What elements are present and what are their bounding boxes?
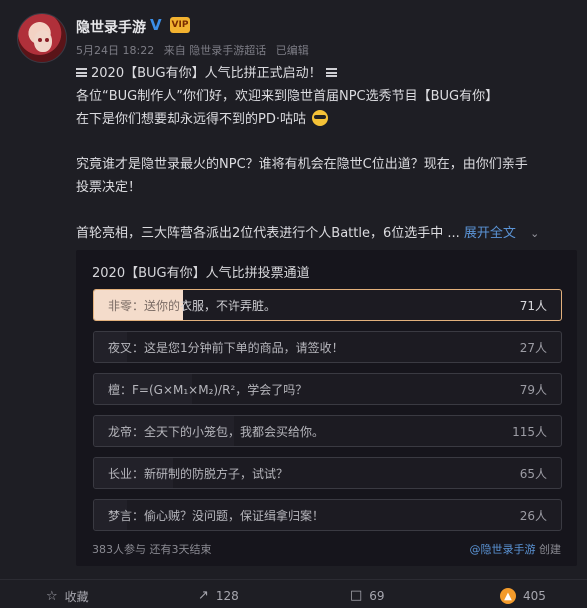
poll-option-label: 梦言：偷心贼？没问题，保证缉拿归案！ <box>108 509 325 523</box>
comment-icon: □ <box>350 588 363 603</box>
poll-creator: @隐世录手游 创建 <box>470 541 562 557</box>
poll-option-label: 檀：F=(G×M₁×M₂)/R²，学会了吗？ <box>108 383 308 397</box>
comment-count: 69 <box>369 588 385 603</box>
post-headline: 2020【BUG有你】人气比拼正式启动！ <box>91 66 322 81</box>
post-line: 究竟谁才是隐世录最火的NPC？谁将有机会在隐世C位出道？现在，由你们亲手 <box>76 157 528 172</box>
edited-tag[interactable]: 已编辑 <box>276 44 309 57</box>
like-button[interactable]: ▲ 405 <box>500 588 546 604</box>
expand-full-text-link[interactable]: 展开全文 <box>464 226 516 241</box>
poll-created-label: 创建 <box>539 543 561 556</box>
post-meta: 5月24日 18:22 来自 隐世录手游超话 已编辑 <box>76 42 315 58</box>
poll-option-count: 71人 <box>519 299 547 313</box>
poll-option[interactable]: 长业：新研制的防脱方子，试试？ 65人 <box>93 457 562 489</box>
post-line-text: 在下是你们想要却永远得不到的PD·咕咕 <box>76 112 306 127</box>
action-bar: ☆ 收藏 ↗ 128 □ 69 ▲ 405 <box>0 579 587 608</box>
poll-option[interactable]: 夜叉：这是您1分钟前下单的商品，请签收！ 27人 <box>93 331 562 363</box>
bars-icon <box>76 68 87 77</box>
bars-icon <box>325 68 337 77</box>
avatar-face <box>34 30 52 52</box>
poll-option-label: 长业：新研制的防脱方子，试试？ <box>108 467 289 481</box>
thumbs-up-icon: ▲ <box>500 588 516 604</box>
like-count: 405 <box>523 589 546 603</box>
verified-icon: V <box>150 16 162 34</box>
poll-option[interactable]: 梦言：偷心贼？没问题，保证缉拿归案！ 26人 <box>93 499 562 531</box>
poll-option-label: 夜叉：这是您1分钟前下单的商品，请签收！ <box>108 341 344 355</box>
favorite-button[interactable]: ☆ 收藏 <box>46 588 89 605</box>
chevron-down-icon[interactable]: ⌄ <box>530 227 539 240</box>
cool-emoji-icon <box>312 110 329 126</box>
poll-option-count: 115人 <box>512 425 547 439</box>
post-line-text: 首轮亮相，三大阵营各派出2位代表进行个人Battle，6位选手中 ... <box>76 226 460 241</box>
poll-stats: 383人参与 还有3天结束 <box>92 543 212 556</box>
repost-button[interactable]: ↗ 128 <box>198 588 239 603</box>
poll-option-label: 非零：送你的衣服，不许弄脏。 <box>108 299 277 313</box>
post-line: 首轮亮相，三大阵营各派出2位代表进行个人Battle，6位选手中 ... 展开全… <box>76 223 576 244</box>
favorite-label: 收藏 <box>64 590 89 604</box>
repost-count: 128 <box>215 588 239 603</box>
avatar-eye <box>38 38 42 42</box>
star-icon: ☆ <box>46 589 58 604</box>
vip-badge-icon[interactable]: VIP <box>170 17 190 33</box>
post-line: 投票决定！ <box>76 180 142 195</box>
comment-button[interactable]: □ 69 <box>350 588 385 603</box>
post-line: 在下是你们想要却永远得不到的PD·咕咕 <box>76 109 576 130</box>
post-date[interactable]: 5月24日 18:22 <box>76 44 154 57</box>
repost-icon: ↗ <box>198 588 209 603</box>
username[interactable]: 隐世录手游 <box>76 17 146 37</box>
poll-option-count: 26人 <box>519 509 547 523</box>
poll-option-label: 龙帝：全天下的小笼包，我都会买给你。 <box>108 425 325 439</box>
poll-option-count: 65人 <box>519 467 547 481</box>
poll-title: 2020【BUG有你】人气比拼投票通道 <box>92 266 310 281</box>
poll-creator-link[interactable]: @隐世录手游 <box>470 543 536 556</box>
avatar[interactable] <box>17 13 67 63</box>
poll-card: 2020【BUG有你】人气比拼投票通道 非零：送你的衣服，不许弄脏。 71人 夜… <box>76 250 577 566</box>
post-line: 2020【BUG有你】人气比拼正式启动！ <box>76 63 576 84</box>
post-source[interactable]: 来自 隐世录手游超话 <box>164 44 267 57</box>
poll-option-count: 27人 <box>519 341 547 355</box>
poll-option[interactable]: 非零：送你的衣服，不许弄脏。 71人 <box>93 289 562 321</box>
poll-option[interactable]: 龙帝：全天下的小笼包，我都会买给你。 115人 <box>93 415 562 447</box>
poll-option-count: 79人 <box>519 383 547 397</box>
avatar-eye <box>45 38 49 42</box>
post-line: 各位“BUG制作人”你们好，欢迎来到隐世首届NPC选秀节目【BUG有你】 <box>76 89 499 104</box>
poll-option[interactable]: 檀：F=(G×M₁×M₂)/R²，学会了吗？ 79人 <box>93 373 562 405</box>
